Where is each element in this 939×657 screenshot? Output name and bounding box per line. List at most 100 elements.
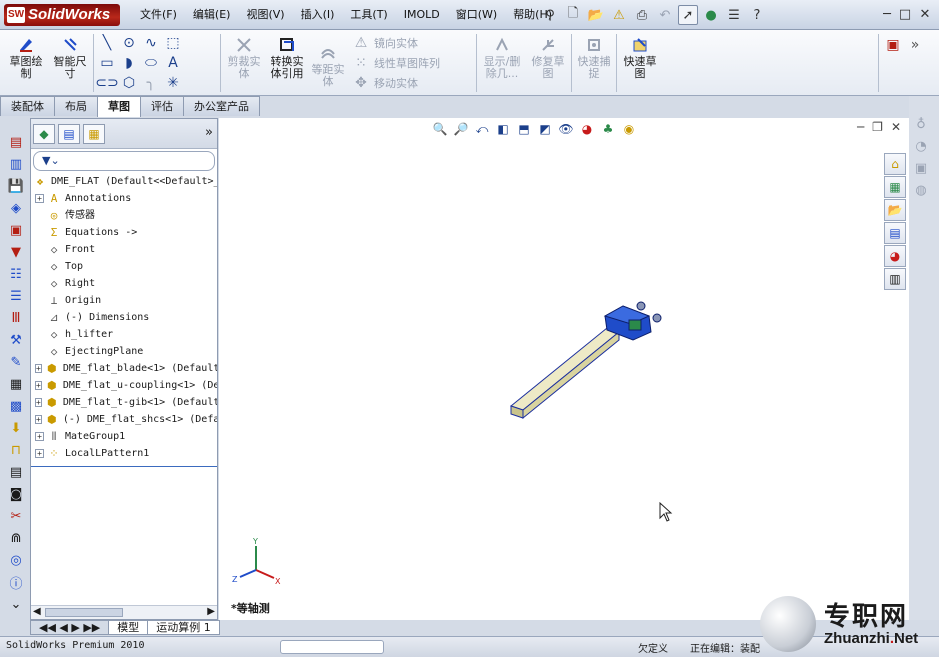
tree-item[interactable]: + ⁘ LocalLPattern1: [31, 445, 217, 462]
rebuild-warning-icon[interactable]: ⚠: [609, 5, 629, 25]
menu-edit[interactable]: 编辑(E): [185, 0, 239, 30]
rectangle-icon[interactable]: ▭: [98, 54, 116, 72]
tree-item[interactable]: ◇ Top: [31, 258, 217, 275]
select-pointer-icon[interactable]: ➚: [678, 5, 698, 25]
tree-item[interactable]: ⊿ (-) Dimensions: [31, 309, 217, 326]
ellipse-icon[interactable]: ⬭: [142, 54, 160, 72]
offset-entities-button[interactable]: 等距实体: [310, 44, 346, 88]
menu-view[interactable]: 视图(V): [238, 0, 292, 30]
toolbar-more-icon[interactable]: ⌄: [6, 594, 26, 614]
menu-file[interactable]: 文件(F): [132, 0, 185, 30]
expand-icon[interactable]: +: [35, 449, 44, 458]
help-question-icon[interactable]: ?: [747, 5, 767, 25]
convert-entities-button[interactable]: 转换实体引用: [266, 36, 308, 80]
tree-item[interactable]: + ⬢ DME_flat_t-gib<1> (Default: [31, 394, 217, 411]
tab-office-products[interactable]: 办公室产品: [183, 96, 260, 116]
appearances-icon[interactable]: ◕: [884, 245, 906, 267]
menu-insert[interactable]: 插入(I): [293, 0, 343, 30]
rapid-sketch-button[interactable]: 快速草图: [620, 36, 660, 80]
repair-sketch-button[interactable]: 修复草图: [528, 36, 568, 80]
scroll-left-icon[interactable]: ◀: [33, 606, 41, 617]
spline-icon[interactable]: ∿: [142, 34, 160, 52]
sketch-button[interactable]: 草图绘制: [6, 36, 46, 80]
toolbar-mold-icon[interactable]: ▣: [6, 220, 26, 240]
expand-icon[interactable]: +: [35, 415, 42, 424]
configuration-tab-icon[interactable]: ▦: [83, 124, 105, 144]
tree-item[interactable]: ◎ 传感器: [31, 207, 217, 224]
tree-root[interactable]: ❖ DME_FLAT (Default<<Default>_: [31, 173, 217, 190]
rollback-bar[interactable]: [31, 466, 217, 467]
tree-item[interactable]: ◇ Front: [31, 241, 217, 258]
tree-item[interactable]: + ⬢ (-) DME_flat_shcs<1> (Defa: [31, 411, 217, 428]
toolbar-camera-icon[interactable]: ◙: [6, 484, 26, 504]
toolbar-pen-icon[interactable]: ✎: [6, 352, 26, 372]
tree-filter[interactable]: ▼⌄: [33, 151, 215, 171]
design-library-icon[interactable]: ▦: [884, 176, 906, 198]
arc-icon[interactable]: ◗: [120, 54, 138, 72]
view-palette-icon[interactable]: ▤: [884, 222, 906, 244]
toolbar-magnet-icon[interactable]: ⋒: [6, 528, 26, 548]
tree-item[interactable]: + ⫴ MateGroup1: [31, 428, 217, 445]
toolbar-tool-icon[interactable]: ⚒: [6, 330, 26, 350]
close-icon[interactable]: ✕: [916, 6, 934, 24]
property-manager-tab-icon[interactable]: ▤: [58, 124, 80, 144]
new-document-icon[interactable]: 🗋: [563, 5, 583, 25]
open-folder-icon[interactable]: 📂: [586, 5, 606, 25]
toolbar-help-icon[interactable]: ⓘ: [6, 572, 26, 592]
graphics-area[interactable]: 🔍 🔎 ⤺ ◧ ⬒ ◩ 👁 ◕ ♣ ◉ ─ ❐ ✕ Y X Z *等轴测: [219, 118, 909, 620]
options-icon[interactable]: ☰: [724, 5, 744, 25]
dotted-rect-icon[interactable]: ⬚: [164, 34, 182, 52]
text-icon[interactable]: A: [164, 54, 182, 72]
undo-icon[interactable]: ↶: [655, 5, 675, 25]
tab-evaluate[interactable]: 评估: [140, 96, 184, 116]
custom-properties-icon[interactable]: ▥: [884, 268, 906, 290]
save-icon[interactable]: 💾: [6, 176, 26, 196]
slot-icon[interactable]: ⊂⊃: [95, 74, 118, 92]
toolbar-align-icon[interactable]: ☰: [6, 286, 26, 306]
tab-layout[interactable]: 布局: [54, 96, 98, 116]
expand-icon[interactable]: +: [35, 398, 42, 407]
toolbar-search-icon[interactable]: ◎: [6, 550, 26, 570]
toolbar-window-icon[interactable]: ▤: [6, 132, 26, 152]
toolbar-pipe-icon[interactable]: ⊓: [6, 440, 26, 460]
tree-item[interactable]: ⊥ Origin: [31, 292, 217, 309]
tab-assembly[interactable]: 装配体: [0, 96, 55, 116]
point-icon[interactable]: ✳: [164, 74, 182, 92]
toolbar-arrow-icon[interactable]: ▼: [6, 242, 26, 262]
tree-item[interactable]: ◇ EjectingPlane: [31, 343, 217, 360]
toolbar-columns-icon[interactable]: Ⅲ: [6, 308, 26, 328]
tab-model[interactable]: 模型: [108, 620, 149, 635]
show-delete-relations-button[interactable]: 显示/删除几...: [480, 36, 524, 80]
tree-item[interactable]: ◇ h_lifter: [31, 326, 217, 343]
tree-item[interactable]: + ⬢ DME_flat_u-coupling<1> (De: [31, 377, 217, 394]
toolbar-doc-icon[interactable]: ▥: [6, 154, 26, 174]
tab-nav-arrows[interactable]: ◀◀ ◀ ▶ ▶▶: [30, 620, 110, 635]
feature-tree-tab-icon[interactable]: ◆: [33, 124, 55, 144]
expand-icon[interactable]: +: [35, 432, 44, 441]
fillet-icon[interactable]: ╮: [142, 74, 160, 92]
tree-item[interactable]: Σ Equations ->: [31, 224, 217, 241]
tab-sketch[interactable]: 草图: [97, 96, 141, 117]
panel-expand-icon[interactable]: »: [205, 125, 213, 140]
model-viewport[interactable]: Y X Z: [219, 118, 909, 620]
toolbar-board-icon[interactable]: ▦: [6, 374, 26, 394]
tree-item[interactable]: + A Annotations: [31, 190, 217, 207]
pin-icon[interactable]: ⚲: [540, 5, 560, 25]
toolbar-grid-icon[interactable]: ▩: [6, 396, 26, 416]
expand-icon[interactable]: +: [35, 194, 44, 203]
scroll-right-icon[interactable]: ▶: [207, 606, 215, 617]
resources-home-icon[interactable]: ⌂: [884, 153, 906, 175]
toolbar-stack-icon[interactable]: ☷: [6, 264, 26, 284]
traffic-light-icon[interactable]: ●: [701, 5, 721, 25]
toolbar-scissors-icon[interactable]: ✂: [6, 506, 26, 526]
print-icon[interactable]: ⎙: [632, 5, 652, 25]
toolbar-insert-icon[interactable]: ⬇: [6, 418, 26, 438]
expand-icon[interactable]: +: [35, 364, 42, 373]
tab-motion-study[interactable]: 运动算例 1: [147, 620, 220, 635]
minimize-icon[interactable]: ─: [878, 6, 896, 24]
circle-icon[interactable]: ⊙: [120, 34, 138, 52]
ribbon-expand-icon[interactable]: »: [906, 36, 924, 54]
maximize-icon[interactable]: □: [896, 6, 914, 24]
menu-imold[interactable]: IMOLD: [396, 0, 448, 30]
lifter-model[interactable]: [509, 301, 662, 420]
